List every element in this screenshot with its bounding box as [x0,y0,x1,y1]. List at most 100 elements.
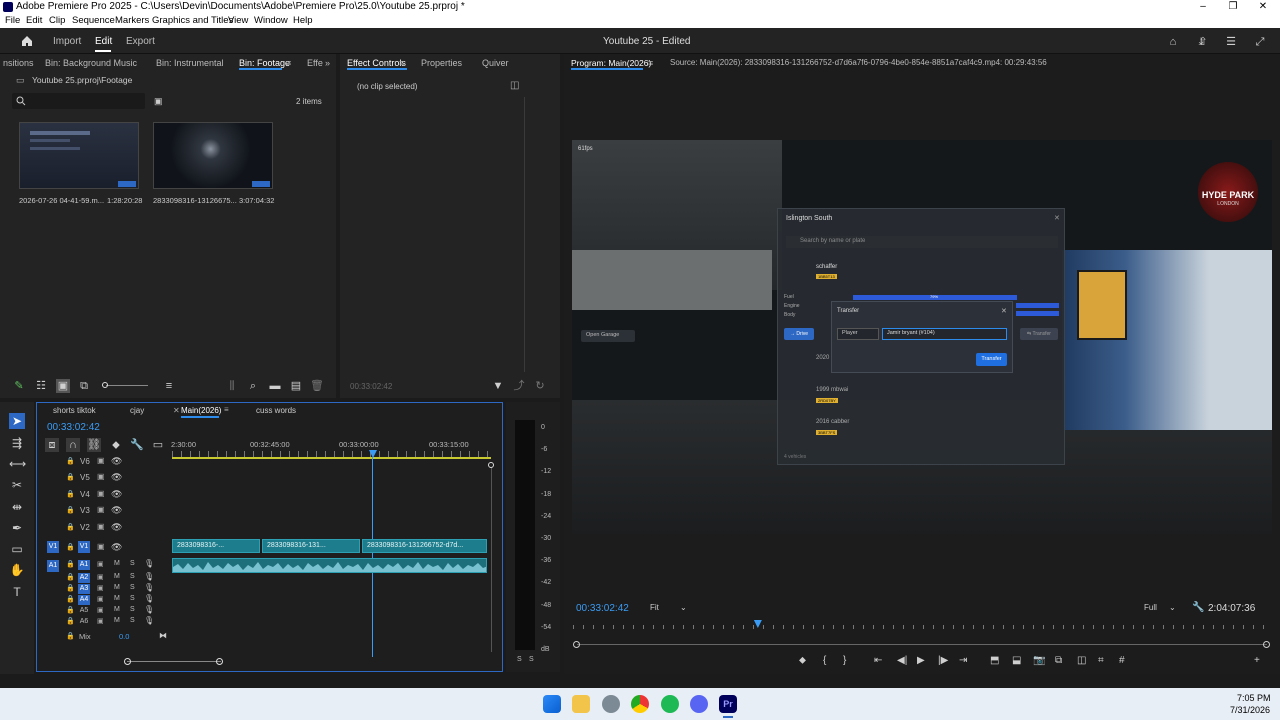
add-marker-tl-icon[interactable]: ⬥ [109,438,123,452]
mute-button[interactable]: M [114,560,120,567]
file-explorer-icon[interactable] [572,695,590,713]
list-view-icon[interactable]: ☷ [34,379,48,393]
seq-menu-icon[interactable]: ≡ [224,405,229,414]
seq-close-icon[interactable]: ✕ [173,406,180,415]
track-target-v1[interactable]: V1 [78,541,90,553]
zoom-slider[interactable] [106,385,148,386]
program-menu-icon[interactable]: ≡ [648,58,653,68]
linked-selection-icon[interactable]: ⛓ [87,438,101,452]
zoom-bar-right-handle[interactable] [1263,641,1270,648]
mark-out-icon[interactable]: } [843,655,846,666]
snap-icon[interactable]: ∩ [66,438,80,452]
h-scroll-right-handle[interactable] [216,658,223,665]
voiceover-mic-icon[interactable]: 🎙 [144,583,154,592]
track-sync-icon[interactable]: ▣ [97,472,105,481]
home-icon[interactable] [21,35,33,47]
icon-view-icon[interactable]: ▣ [56,379,70,393]
captions-icon[interactable]: ▭ [151,438,165,452]
loop-icon[interactable]: ↻ [533,379,547,393]
monitor-ruler[interactable] [573,625,1268,629]
thumbnail-gameplay[interactable] [153,122,273,189]
audio-track-label[interactable]: A3 [78,584,90,594]
timeline-timecode[interactable]: 00:33:02:42 [47,422,100,433]
program-timecode[interactable]: 00:33:02:42 [576,603,629,614]
export-frame-icon[interactable]: ⇧ [1196,35,1210,49]
seq-tab-main[interactable]: Main(2026) [181,406,221,415]
freeform-view-icon[interactable]: ⧉ [77,379,91,393]
source-patch-v1[interactable]: V1 [47,541,59,553]
ec-toggle-icon[interactable]: ◫ [510,80,519,91]
automate-icon[interactable]: ⫼ [225,379,239,393]
eye-icon[interactable]: 👁 [111,505,122,516]
zoom-bar-left-handle[interactable] [573,641,580,648]
mute-button[interactable]: M [114,617,120,624]
track-lock-icon[interactable]: 🔒 [66,560,75,568]
track-sync-icon[interactable]: ▣ [97,522,105,531]
add-marker-icon[interactable]: ⬥ [799,655,806,666]
menu-view[interactable]: View [228,15,248,26]
solo-button[interactable]: S [130,573,135,580]
mute-button[interactable]: M [114,606,120,613]
ripple-edit-tool-icon[interactable]: ⟷ [9,456,26,472]
solo-button[interactable]: S [130,560,135,567]
tab-effect-controls[interactable]: Effect Controls [347,58,406,68]
quality-chevron-icon[interactable]: ⌄ [1169,603,1176,612]
menu-file[interactable]: File [5,15,20,26]
track-lock-icon[interactable]: 🔒 [66,506,75,514]
solo-button[interactable]: S [130,606,135,613]
voiceover-mic-icon[interactable]: 🎙 [144,572,154,581]
solo-button[interactable]: S [130,617,135,624]
mute-button[interactable]: M [114,584,120,591]
chrome-icon[interactable] [631,695,649,713]
start-icon[interactable] [543,695,561,713]
eye-icon[interactable]: 👁 [111,472,122,483]
audio-clip-a1[interactable] [172,558,487,573]
source-tab[interactable]: Source: Main(2026): 2833098316-131266752… [670,58,1047,67]
track-sync-icon[interactable]: ▣ [97,595,104,603]
audio-track-label[interactable]: A4 [78,595,90,605]
filter-icon[interactable]: ▼ [491,379,505,393]
menu-graphics-titles[interactable]: Graphics and Titles [152,15,233,26]
settings-menu-icon[interactable]: ☰ [1224,35,1238,49]
voiceover-mic-icon[interactable]: 🎙 [144,605,154,614]
track-sync-icon[interactable]: ▣ [97,489,105,498]
type-tool-icon[interactable]: T [9,584,25,600]
mark-in-icon[interactable]: { [823,655,826,666]
track-lock-icon[interactable]: 🔒 [66,606,75,614]
search-input[interactable] [12,93,145,109]
track-sync-icon[interactable]: ▣ [97,584,104,592]
thumbnail-recording[interactable] [19,122,139,189]
slip-tool-icon[interactable]: ⇹ [9,499,25,515]
meter-solo-left[interactable]: S [517,656,522,663]
tab-properties[interactable]: Properties [421,58,462,68]
trash-icon[interactable]: 🗑 [310,379,324,393]
lift-icon[interactable]: ⬒ [990,655,999,666]
vr-icon[interactable]: ◫ [1077,655,1086,666]
go-to-out-icon[interactable]: ⇥ [959,655,967,666]
wrench-icon[interactable]: 🔧 [1192,602,1204,613]
tab-bin-footage[interactable]: Bin: Footage [239,58,290,68]
nest-icon[interactable]: ⧈ [45,438,59,452]
maximize-button[interactable]: ❐ [1218,0,1248,14]
menu-window[interactable]: Window [254,15,288,26]
track-sync-icon[interactable]: ▣ [97,505,105,514]
new-bin-icon[interactable]: ▬ [268,379,282,393]
export-frame-button-icon[interactable]: 📷 [1033,655,1045,666]
track-sync-icon[interactable]: ▣ [97,542,105,551]
source-patch-a1[interactable]: A1 [47,560,59,572]
solo-button[interactable]: S [130,595,135,602]
tab-quiver[interactable]: Quiver [482,58,509,68]
export-tab[interactable]: Export [126,36,155,47]
menu-help[interactable]: Help [293,15,313,26]
tab-bin-instrumental[interactable]: Bin: Instrumental [156,58,224,68]
eye-icon[interactable]: 👁 [111,456,122,467]
eye-icon[interactable]: 👁 [111,522,122,533]
track-lock-icon[interactable]: 🔒 [66,523,75,531]
track-select-tool-icon[interactable]: ⇶ [9,435,25,451]
eye-icon[interactable]: 👁 [111,489,122,500]
tab-program[interactable]: Program: Main(2026) [571,58,651,68]
voiceover-mic-icon[interactable]: 🎙 [144,559,154,568]
seq-tab-cjay[interactable]: cjay [130,406,144,415]
transfer-dialog-close-icon[interactable]: ✕ [1001,307,1007,315]
tab-effects[interactable]: Effe [307,58,323,68]
